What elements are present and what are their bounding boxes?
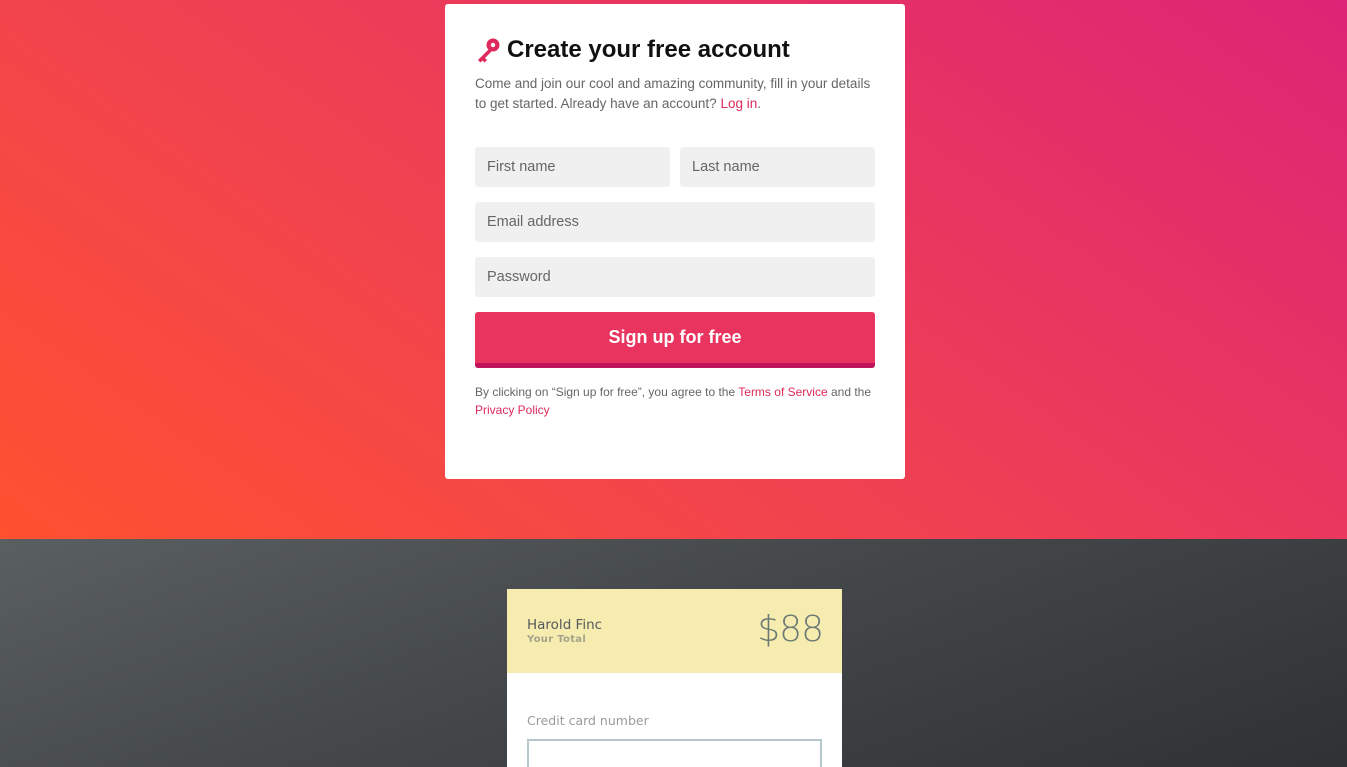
privacy-policy-link[interactable]: Privacy Policy — [475, 403, 550, 417]
total-amount: $88 — [757, 609, 824, 650]
terms-prefix: By clicking on “Sign up for free”, you a… — [475, 385, 736, 399]
payment-header: Harold Finc Your Total $88 — [507, 589, 842, 673]
password-input[interactable] — [475, 257, 875, 297]
last-name-input[interactable] — [680, 147, 875, 187]
signup-description-text: Come and join our cool and amazing commu… — [475, 76, 871, 111]
terms-middle: and the — [830, 385, 872, 399]
key-icon — [475, 37, 501, 63]
email-input[interactable] — [475, 202, 875, 242]
signup-card: Create your free account Come and join o… — [445, 4, 905, 479]
signup-description: Come and join our cool and amazing commu… — [475, 74, 875, 114]
signup-title-row: Create your free account — [475, 36, 790, 64]
signup-title: Create your free account — [507, 36, 790, 63]
login-link[interactable]: Log in — [720, 96, 757, 111]
signup-background: Create your free account Come and join o… — [0, 0, 1347, 539]
description-period: . — [757, 96, 761, 111]
terms-of-service-link[interactable]: Terms of Service — [738, 385, 827, 399]
payment-card: Harold Finc Your Total $88 Credit card n… — [507, 589, 842, 767]
first-name-input[interactable] — [475, 147, 670, 187]
signup-button[interactable]: Sign up for free — [475, 312, 875, 368]
credit-card-input[interactable] — [527, 739, 822, 767]
total-label: Your Total — [527, 634, 587, 645]
credit-card-label: Credit card number — [527, 713, 649, 728]
terms-notice: By clicking on “Sign up for free”, you a… — [475, 383, 875, 419]
payer-name: Harold Finc — [527, 617, 603, 633]
